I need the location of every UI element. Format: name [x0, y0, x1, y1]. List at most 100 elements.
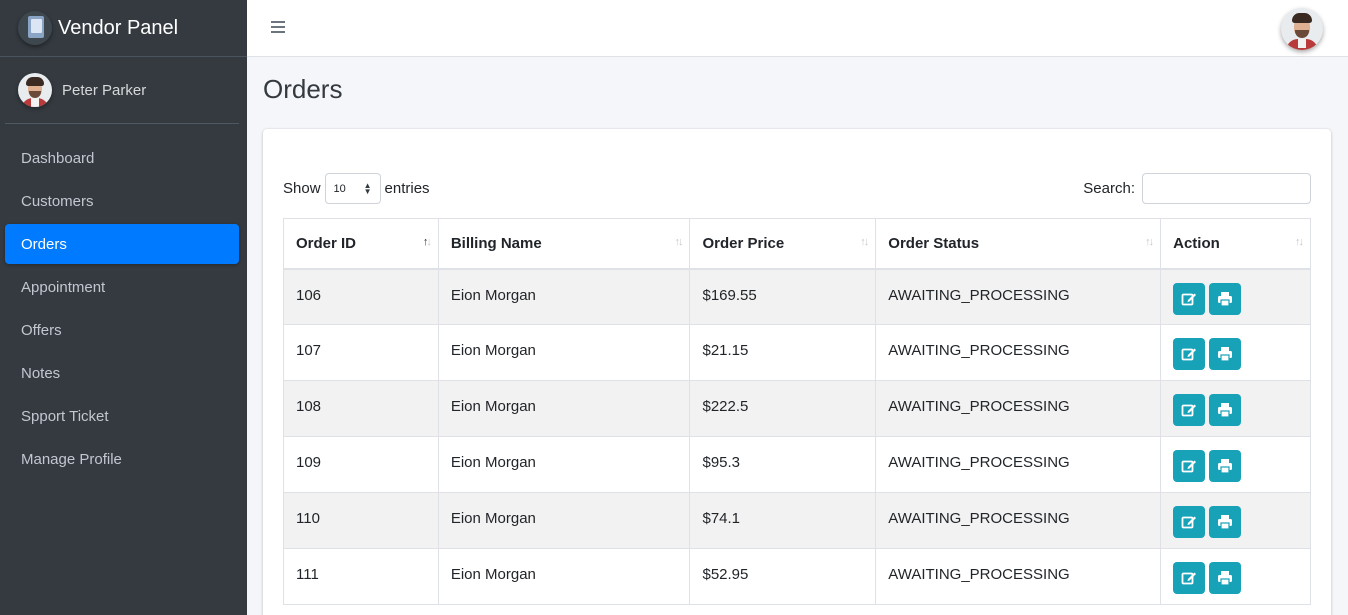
- user-avatar: [18, 73, 52, 107]
- column-header-order-price[interactable]: Order Price ↑↓: [689, 218, 877, 270]
- brand-link[interactable]: Vendor Panel: [0, 0, 247, 57]
- edit-order-button[interactable]: [1173, 282, 1206, 315]
- cell-order-price: $222.5: [689, 380, 877, 437]
- print-order-button[interactable]: [1209, 394, 1242, 426]
- search-label: Search:: [1083, 180, 1135, 197]
- cell-order-price: $95.3: [689, 436, 877, 493]
- sidebar-item-support-ticket[interactable]: Spport Ticket: [5, 396, 239, 436]
- sidebar-item-label: Manage Profile: [21, 450, 122, 468]
- sidebar-item-manage-profile[interactable]: Manage Profile: [5, 439, 239, 479]
- cell-order-status: AWAITING_PROCESSING: [875, 324, 1162, 381]
- entries-length-control: Show 10 ▲ ▼ entries: [283, 173, 430, 204]
- cell-order-id: 110: [283, 492, 439, 549]
- sidebar-nav: Dashboard Customers Orders Appointment O…: [0, 138, 247, 479]
- sidebar-item-label: Dashboard: [21, 149, 95, 167]
- cell-order-id: 108: [283, 380, 439, 437]
- top-navbar: [247, 0, 1348, 57]
- edit-order-button[interactable]: [1173, 450, 1206, 482]
- sidebar-item-label: Notes: [21, 364, 61, 382]
- edit-order-button[interactable]: [1173, 562, 1206, 594]
- sidebar-item-offers[interactable]: Offers: [5, 310, 239, 350]
- print-order-button[interactable]: [1209, 562, 1242, 594]
- cell-order-id: 107: [283, 324, 439, 381]
- brand-title: Vendor Panel: [58, 16, 179, 39]
- entries-select-value: 10: [333, 182, 346, 195]
- sidebar-item-orders[interactable]: Orders: [5, 224, 239, 264]
- table-row: 107 Eion Morgan $21.15 AWAITING_PROCESSING: [283, 324, 1311, 381]
- cell-order-status: AWAITING_PROCESSING: [875, 548, 1162, 605]
- cell-billing-name: Eion Morgan: [437, 492, 691, 549]
- sort-caret-icon: ▲ ▼: [363, 181, 372, 196]
- table-row: 106 Eion Morgan $169.55 AWAITING_PROCESSING: [283, 268, 1311, 325]
- user-name[interactable]: Peter Parker: [62, 82, 146, 99]
- print-order-button[interactable]: [1209, 338, 1242, 370]
- brand-logo-icon: [18, 11, 52, 45]
- cell-actions: [1160, 436, 1311, 493]
- cell-billing-name: Eion Morgan: [437, 436, 691, 493]
- sidebar-item-dashboard[interactable]: Dashboard: [5, 138, 239, 178]
- cell-actions: [1160, 492, 1311, 549]
- sidebar-item-label: Appointment: [21, 278, 106, 296]
- cell-order-status: AWAITING_PROCESSING: [875, 268, 1162, 325]
- table-row: 108 Eion Morgan $222.5 AWAITING_PROCESSING: [283, 380, 1311, 437]
- cell-actions: [1160, 268, 1311, 325]
- cell-order-price: $21.15: [689, 324, 877, 381]
- orders-table-body: 106 Eion Morgan $169.55 AWAITING_PROCESSING…: [283, 268, 1311, 605]
- cell-order-price: $52.95: [689, 548, 877, 605]
- sidebar-item-label: Customers: [21, 192, 94, 210]
- entries-select[interactable]: 10 ▲ ▼: [324, 173, 381, 204]
- column-header-label: Action: [1173, 234, 1220, 252]
- column-header-label: Order Status: [888, 234, 980, 252]
- cell-order-id: 111: [283, 548, 439, 605]
- sidebar-item-label: Orders: [21, 235, 67, 253]
- print-order-button[interactable]: [1209, 506, 1242, 538]
- cell-billing-name: Eion Morgan: [437, 324, 691, 381]
- edit-order-button[interactable]: [1173, 338, 1206, 370]
- cell-order-id: 106: [283, 268, 439, 325]
- table-search: Search:: [1083, 173, 1311, 204]
- cell-order-price: $169.55: [689, 268, 877, 325]
- page-title: Orders: [263, 74, 343, 104]
- sidebar-item-notes[interactable]: Notes: [5, 353, 239, 393]
- cell-billing-name: Eion Morgan: [437, 268, 691, 325]
- sidebar-item-customers[interactable]: Customers: [5, 181, 239, 221]
- cell-billing-name: Eion Morgan: [437, 380, 691, 437]
- sort-icon: ↑↓: [674, 236, 683, 248]
- sort-icon: ↑↓: [1145, 236, 1154, 248]
- show-label: Show: [283, 180, 321, 197]
- column-header-label: Billing Name: [450, 234, 542, 252]
- sidebar: Vendor Panel Peter Parker Dashboard Cust…: [0, 0, 247, 615]
- cell-actions: [1160, 380, 1311, 437]
- column-header-action[interactable]: Action ↑↓: [1160, 218, 1311, 270]
- column-header-billing-name[interactable]: Billing Name ↑↓: [437, 218, 691, 270]
- column-header-label: Order ID: [296, 234, 357, 252]
- cell-actions: [1160, 548, 1311, 605]
- table-header-row: Order ID ↑↓ Billing Name ↑↓ Order Price ↑↓ …: [283, 218, 1311, 270]
- edit-order-button[interactable]: [1173, 506, 1206, 538]
- table-row: 110 Eion Morgan $74.1 AWAITING_PROCESSING: [283, 492, 1311, 549]
- column-header-order-status[interactable]: Order Status ↑↓: [875, 218, 1162, 270]
- orders-card: Show 10 ▲ ▼ entries Search: Order ID ↑↓ Bi…: [263, 129, 1331, 615]
- cell-order-id: 109: [283, 436, 439, 493]
- print-order-button[interactable]: [1209, 450, 1242, 482]
- sort-ascending-icon: ↑↓: [422, 236, 432, 248]
- sidebar-item-label: Offers: [21, 321, 62, 339]
- user-panel[interactable]: Peter Parker: [5, 57, 239, 124]
- cell-billing-name: Eion Morgan: [437, 548, 691, 605]
- orders-table: Order ID ↑↓ Billing Name ↑↓ Order Price ↑↓ …: [283, 218, 1311, 605]
- cell-order-status: AWAITING_PROCESSING: [875, 436, 1162, 493]
- cell-order-status: AWAITING_PROCESSING: [875, 492, 1162, 549]
- print-order-button[interactable]: [1209, 282, 1242, 315]
- sort-icon: ↑↓: [860, 236, 869, 248]
- table-row: 109 Eion Morgan $95.3 AWAITING_PROCESSING: [283, 436, 1311, 493]
- cell-order-status: AWAITING_PROCESSING: [875, 380, 1162, 437]
- header-user-avatar[interactable]: [1281, 8, 1323, 50]
- table-row: 111 Eion Morgan $52.95 AWAITING_PROCESSING: [283, 548, 1311, 605]
- hamburger-menu-icon[interactable]: [271, 21, 285, 34]
- sidebar-item-appointment[interactable]: Appointment: [5, 267, 239, 307]
- cell-order-price: $74.1: [689, 492, 877, 549]
- sort-icon: ↑↓: [1295, 236, 1304, 248]
- edit-order-button[interactable]: [1173, 394, 1206, 426]
- column-header-order-id[interactable]: Order ID ↑↓: [283, 218, 439, 270]
- search-input[interactable]: [1142, 173, 1311, 204]
